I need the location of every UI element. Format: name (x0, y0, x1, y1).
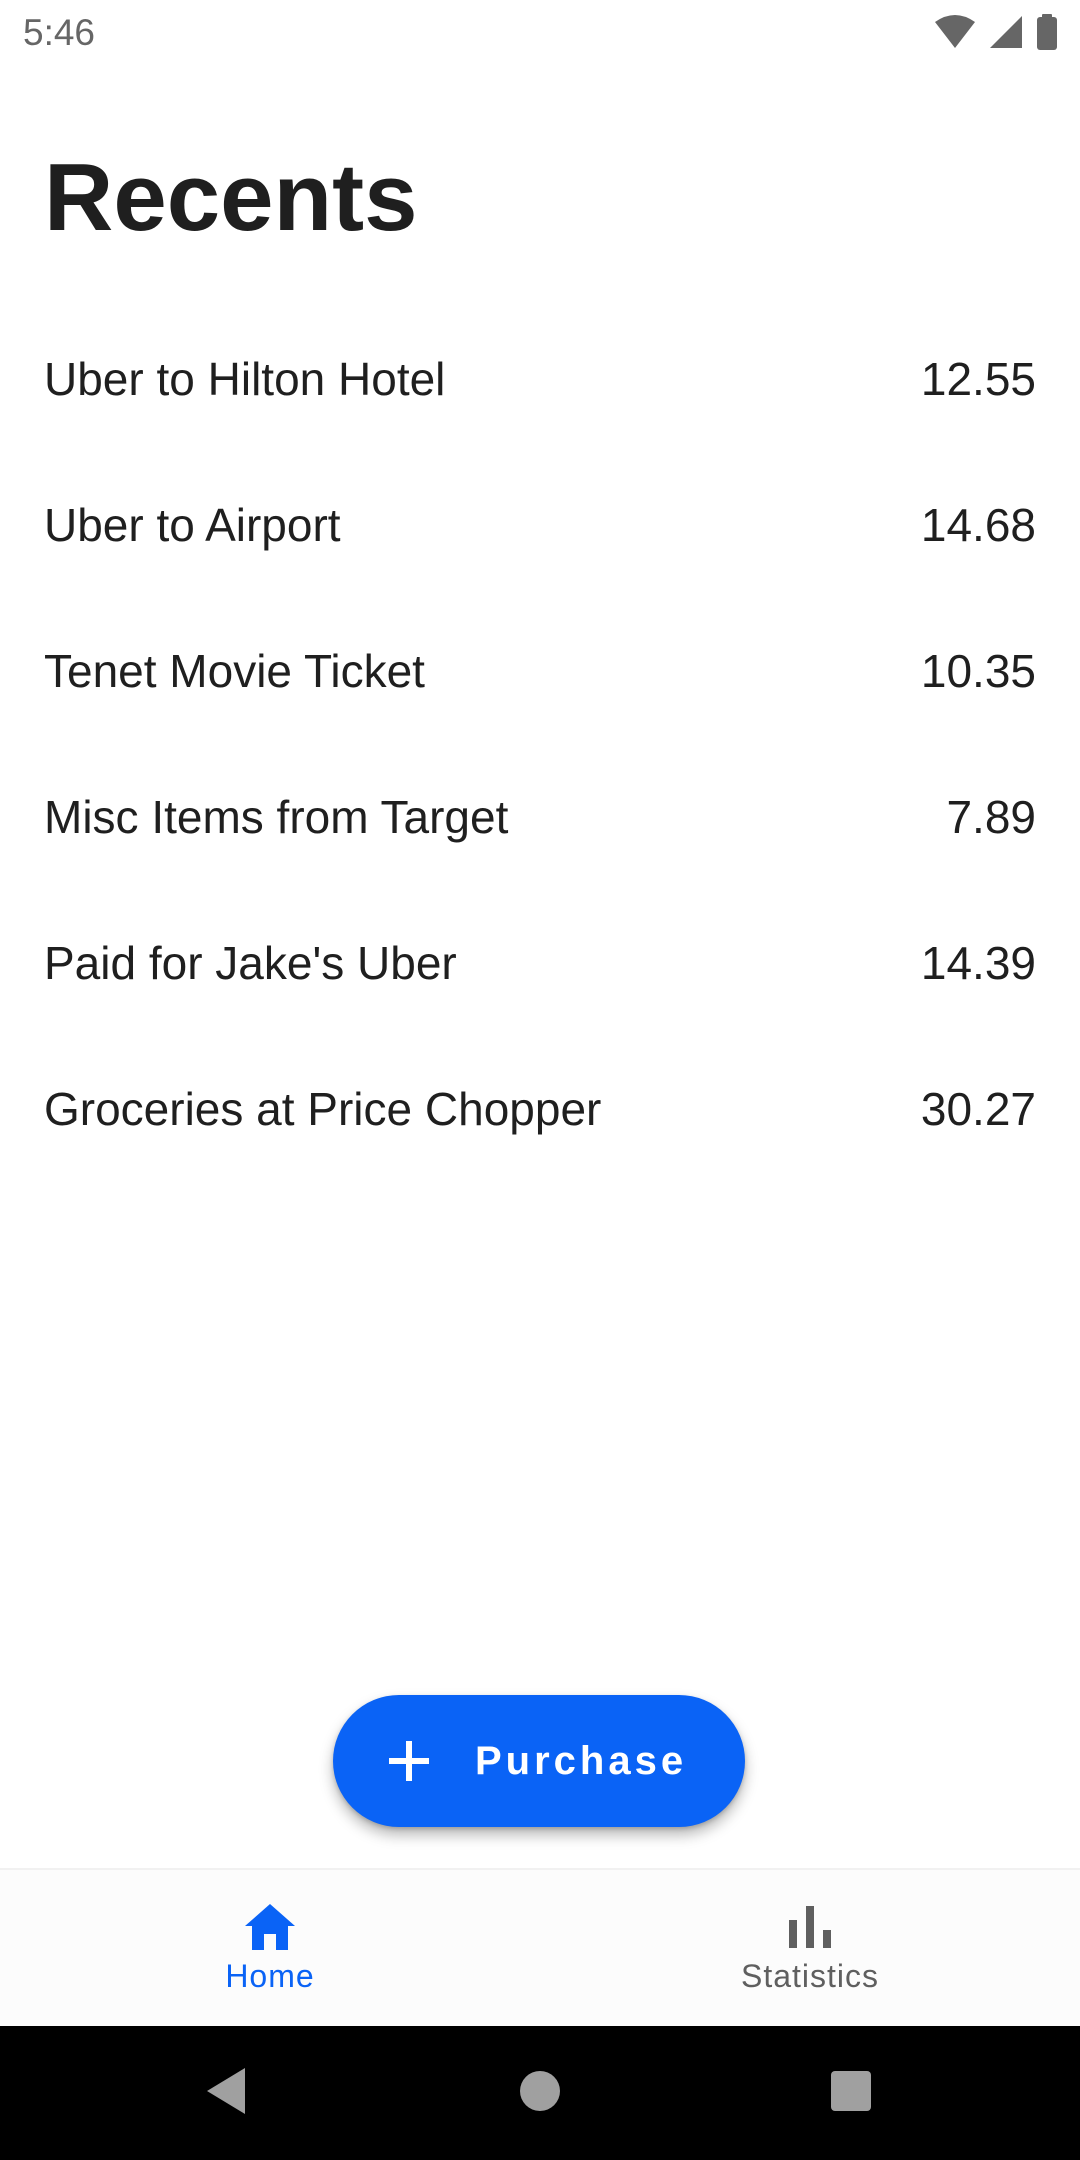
list-item[interactable]: Tenet Movie Ticket 10.35 (0, 598, 1080, 744)
cell-signal-icon (988, 14, 1024, 50)
purchase-name: Uber to Airport (44, 499, 341, 551)
home-circle-icon (518, 2069, 562, 2118)
list-item[interactable]: Paid for Jake's Uber 14.39 (0, 890, 1080, 1036)
purchase-amount: 14.68 (920, 499, 1036, 551)
recents-button[interactable] (781, 2026, 921, 2160)
purchase-amount: 10.35 (920, 645, 1036, 697)
list-item[interactable]: Misc Items from Target 7.89 (0, 744, 1080, 890)
nav-item-home[interactable]: Home (0, 1870, 540, 2026)
purchase-name: Groceries at Price Chopper (44, 1083, 602, 1135)
purchase-name: Paid for Jake's Uber (44, 937, 457, 989)
home-icon (243, 1902, 297, 1952)
wifi-icon (934, 14, 976, 50)
purchase-name: Uber to Hilton Hotel (44, 353, 446, 405)
home-system-button[interactable] (470, 2026, 610, 2160)
bottom-nav: Home Statistics (0, 1868, 1080, 2026)
nav-label-home: Home (225, 1957, 315, 1994)
recents-square-icon (829, 2069, 873, 2118)
purchase-amount: 14.39 (920, 937, 1036, 989)
list-item[interactable]: Groceries at Price Chopper 30.27 (0, 1036, 1080, 1182)
system-nav-bar (0, 2026, 1080, 2160)
page-title: Recents (44, 144, 418, 251)
purchase-list: Uber to Hilton Hotel 12.55 Uber to Airpo… (0, 306, 1080, 1182)
list-item[interactable]: Uber to Hilton Hotel 12.55 (0, 306, 1080, 452)
list-item[interactable]: Uber to Airport 14.68 (0, 452, 1080, 598)
battery-icon (1036, 14, 1058, 50)
back-button[interactable] (156, 2026, 296, 2160)
purchase-name: Tenet Movie Ticket (44, 645, 425, 697)
add-purchase-button[interactable]: Purchase (333, 1695, 745, 1827)
nav-label-statistics: Statistics (740, 1957, 880, 1994)
add-purchase-label: Purchase (475, 1738, 688, 1783)
nav-item-statistics[interactable]: Statistics (540, 1870, 1080, 2026)
status-time: 5:46 (23, 12, 96, 53)
status-icons (934, 14, 1058, 50)
purchase-amount: 7.89 (946, 791, 1036, 843)
purchase-name: Misc Items from Target (44, 791, 509, 843)
plus-icon (387, 1739, 431, 1783)
purchase-amount: 12.55 (920, 353, 1036, 405)
back-icon (203, 2066, 249, 2121)
app-screen: 5:46 Recents Uber to Hilton Hotel 12.55 … (0, 0, 1080, 2160)
status-bar: 5:46 (0, 0, 1080, 66)
bar-chart-icon (785, 1902, 835, 1952)
purchase-amount: 30.27 (920, 1083, 1036, 1135)
